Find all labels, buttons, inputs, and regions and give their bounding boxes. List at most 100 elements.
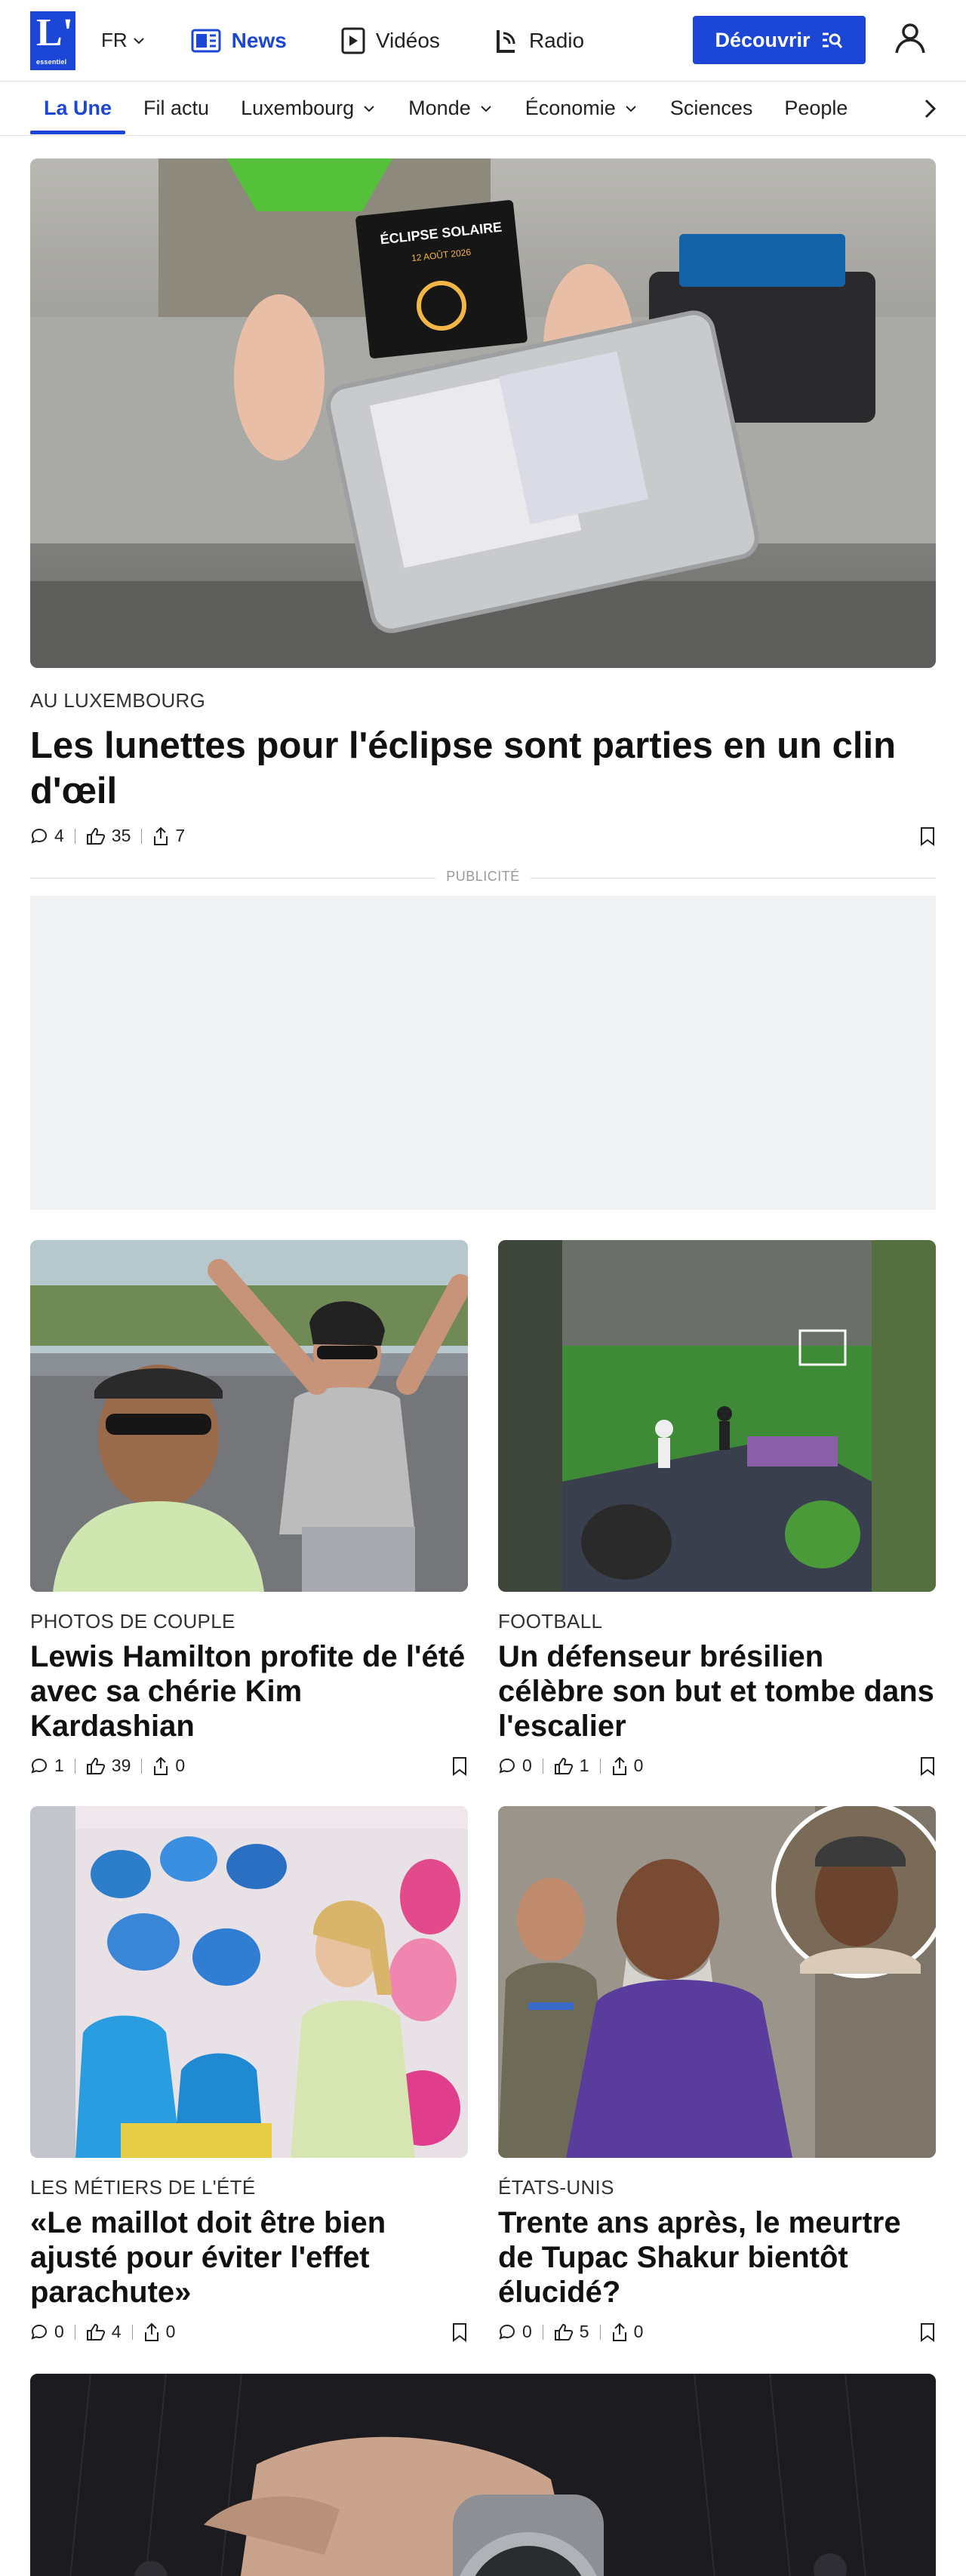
article-card[interactable]: PHOTOS DE COUPLE Lewis Hamilton profite … <box>30 1240 468 1776</box>
bookmark-icon[interactable] <box>919 2322 936 2342</box>
top-header: L' essentiel FR News Vidéos Radio Découv… <box>0 0 966 82</box>
ad-slot[interactable] <box>30 896 936 1210</box>
comments-count[interactable]: 0 <box>498 1756 532 1776</box>
shares-count[interactable]: 7 <box>152 826 185 846</box>
shares-count[interactable]: 0 <box>611 2322 643 2342</box>
shares-count[interactable]: 0 <box>143 2322 176 2342</box>
article-image[interactable] <box>30 1240 468 1592</box>
likes-count[interactable]: 5 <box>554 2322 589 2342</box>
comments-count[interactable]: 4 <box>30 826 64 846</box>
thumbs-up-icon <box>86 1757 105 1774</box>
bookmark-icon[interactable] <box>451 2322 468 2342</box>
bookmark-icon[interactable] <box>919 1756 936 1776</box>
site-logo[interactable]: L' essentiel <box>30 11 75 70</box>
shares-value: 7 <box>175 826 186 845</box>
comments-count[interactable]: 0 <box>498 2322 532 2342</box>
chevron-down-icon <box>481 105 491 112</box>
comments-value: 4 <box>54 826 64 845</box>
section-la-une[interactable]: La Une <box>29 82 126 136</box>
section-label: Fil actu <box>143 97 210 119</box>
likes-count[interactable]: 39 <box>86 1756 131 1776</box>
article-card[interactable]: FOOTBALL Un défenseur brésilien célèbre … <box>498 1240 936 1776</box>
chevron-down-icon <box>133 37 144 44</box>
article-title[interactable]: Trente ans après, le meurtre de Tupac Sh… <box>498 2205 936 2310</box>
article-card[interactable]: LES MÉTIERS DE L'ÉTÉ «Le maillot doit êt… <box>30 1806 468 2342</box>
discover-button[interactable]: Découvrir <box>693 16 866 64</box>
thumbs-up-icon <box>554 2323 573 2341</box>
likes-count[interactable]: 35 <box>86 826 131 846</box>
article-grid-row: LES MÉTIERS DE L'ÉTÉ «Le maillot doit êt… <box>30 1806 936 2342</box>
article-title[interactable]: Un défenseur brésilien célèbre son but e… <box>498 1639 936 1743</box>
section-nav: La Une Fil actu Luxembourg Monde Économi… <box>0 82 966 136</box>
featured-image[interactable] <box>30 2374 936 2576</box>
section-label: Économie <box>525 97 616 119</box>
hero-image[interactable]: ÉCLIPSE SOLAIRE 12 AOÛT 2026 <box>30 158 936 668</box>
ad-header: PUBLICITÉ <box>30 867 936 890</box>
divider <box>141 828 143 844</box>
discover-label: Découvrir <box>715 28 811 51</box>
likes-value: 1 <box>579 1756 589 1775</box>
user-icon[interactable] <box>892 20 928 56</box>
article-image[interactable] <box>498 1806 936 2158</box>
section-luxembourg[interactable]: Luxembourg <box>241 82 377 136</box>
comments-count[interactable]: 1 <box>30 1756 64 1776</box>
share-icon <box>612 1756 626 1775</box>
section-people[interactable]: People <box>784 82 848 136</box>
comment-icon <box>499 1758 515 1774</box>
nav-videos[interactable]: Vidéos <box>341 27 440 54</box>
shares-value: 0 <box>165 2322 176 2341</box>
bookmark-icon[interactable] <box>919 826 936 846</box>
news-icon <box>191 29 221 52</box>
nav-news[interactable]: News <box>191 28 287 54</box>
comment-icon <box>31 2324 48 2340</box>
shares-count[interactable]: 0 <box>611 1756 644 1776</box>
likes-value: 35 <box>111 826 131 845</box>
nav-radio[interactable]: Radio <box>494 27 584 54</box>
nav-videos-label: Vidéos <box>375 28 440 52</box>
shares-value: 0 <box>633 1756 644 1775</box>
section-label: People <box>784 97 848 119</box>
radio-icon <box>496 29 515 53</box>
article-kicker: ÉTATS-UNIS <box>498 2176 614 2199</box>
share-icon <box>154 826 168 845</box>
comment-icon <box>31 1758 48 1774</box>
article-grid-row: PHOTOS DE COUPLE Lewis Hamilton profite … <box>30 1240 936 1776</box>
article-kicker: LES MÉTIERS DE L'ÉTÉ <box>30 2176 256 2199</box>
hero-meta: 4 35 7 <box>30 826 936 846</box>
article-image[interactable] <box>498 1240 936 1592</box>
shares-count[interactable]: 0 <box>152 1756 185 1776</box>
bookmark-icon[interactable] <box>451 1756 468 1776</box>
article-meta: 1 39 0 <box>30 1756 468 1776</box>
main-nav: News Vidéos Radio <box>191 27 584 54</box>
language-selector[interactable]: FR <box>101 29 146 52</box>
thumbs-up-icon <box>86 2323 105 2341</box>
hero-title[interactable]: Les lunettes pour l'éclipse sont parties… <box>30 723 936 814</box>
divider <box>599 1758 601 1774</box>
section-monde[interactable]: Monde <box>408 82 494 136</box>
section-fil-actu[interactable]: Fil actu <box>143 82 209 136</box>
comments-value: 0 <box>54 2322 64 2341</box>
shares-value: 0 <box>175 1756 186 1775</box>
nav-news-label: News <box>231 28 287 52</box>
section-economie[interactable]: Économie <box>525 82 638 136</box>
logo-text: essentiel <box>36 57 67 66</box>
chevron-right-icon[interactable] <box>918 97 942 121</box>
section-sciences[interactable]: Sciences <box>670 82 753 136</box>
article-title[interactable]: Lewis Hamilton profite de l'été avec sa … <box>30 1639 468 1743</box>
hero-article[interactable]: ÉCLIPSE SOLAIRE 12 AOÛT 2026 AU LUXEMBOU… <box>30 158 936 846</box>
comments-count[interactable]: 0 <box>30 2322 64 2342</box>
thumbs-up-icon <box>86 827 105 845</box>
featured-photo <box>30 2374 936 2576</box>
search-list-icon <box>822 32 842 48</box>
article-image[interactable] <box>30 1806 468 2158</box>
article-title[interactable]: «Le maillot doit être bien ajusté pour é… <box>30 2205 468 2310</box>
article-meta: 0 5 0 <box>498 2322 936 2342</box>
article-photo <box>30 1806 468 2158</box>
likes-count[interactable]: 1 <box>554 1756 589 1776</box>
comment-icon <box>31 828 48 844</box>
article-card[interactable]: ÉTATS-UNIS Trente ans après, le meurtre … <box>498 1806 936 2342</box>
likes-count[interactable]: 4 <box>86 2322 122 2342</box>
logo-mark: L' <box>36 11 74 54</box>
article-kicker: FOOTBALL <box>498 1610 603 1633</box>
comments-value: 0 <box>522 2322 532 2341</box>
